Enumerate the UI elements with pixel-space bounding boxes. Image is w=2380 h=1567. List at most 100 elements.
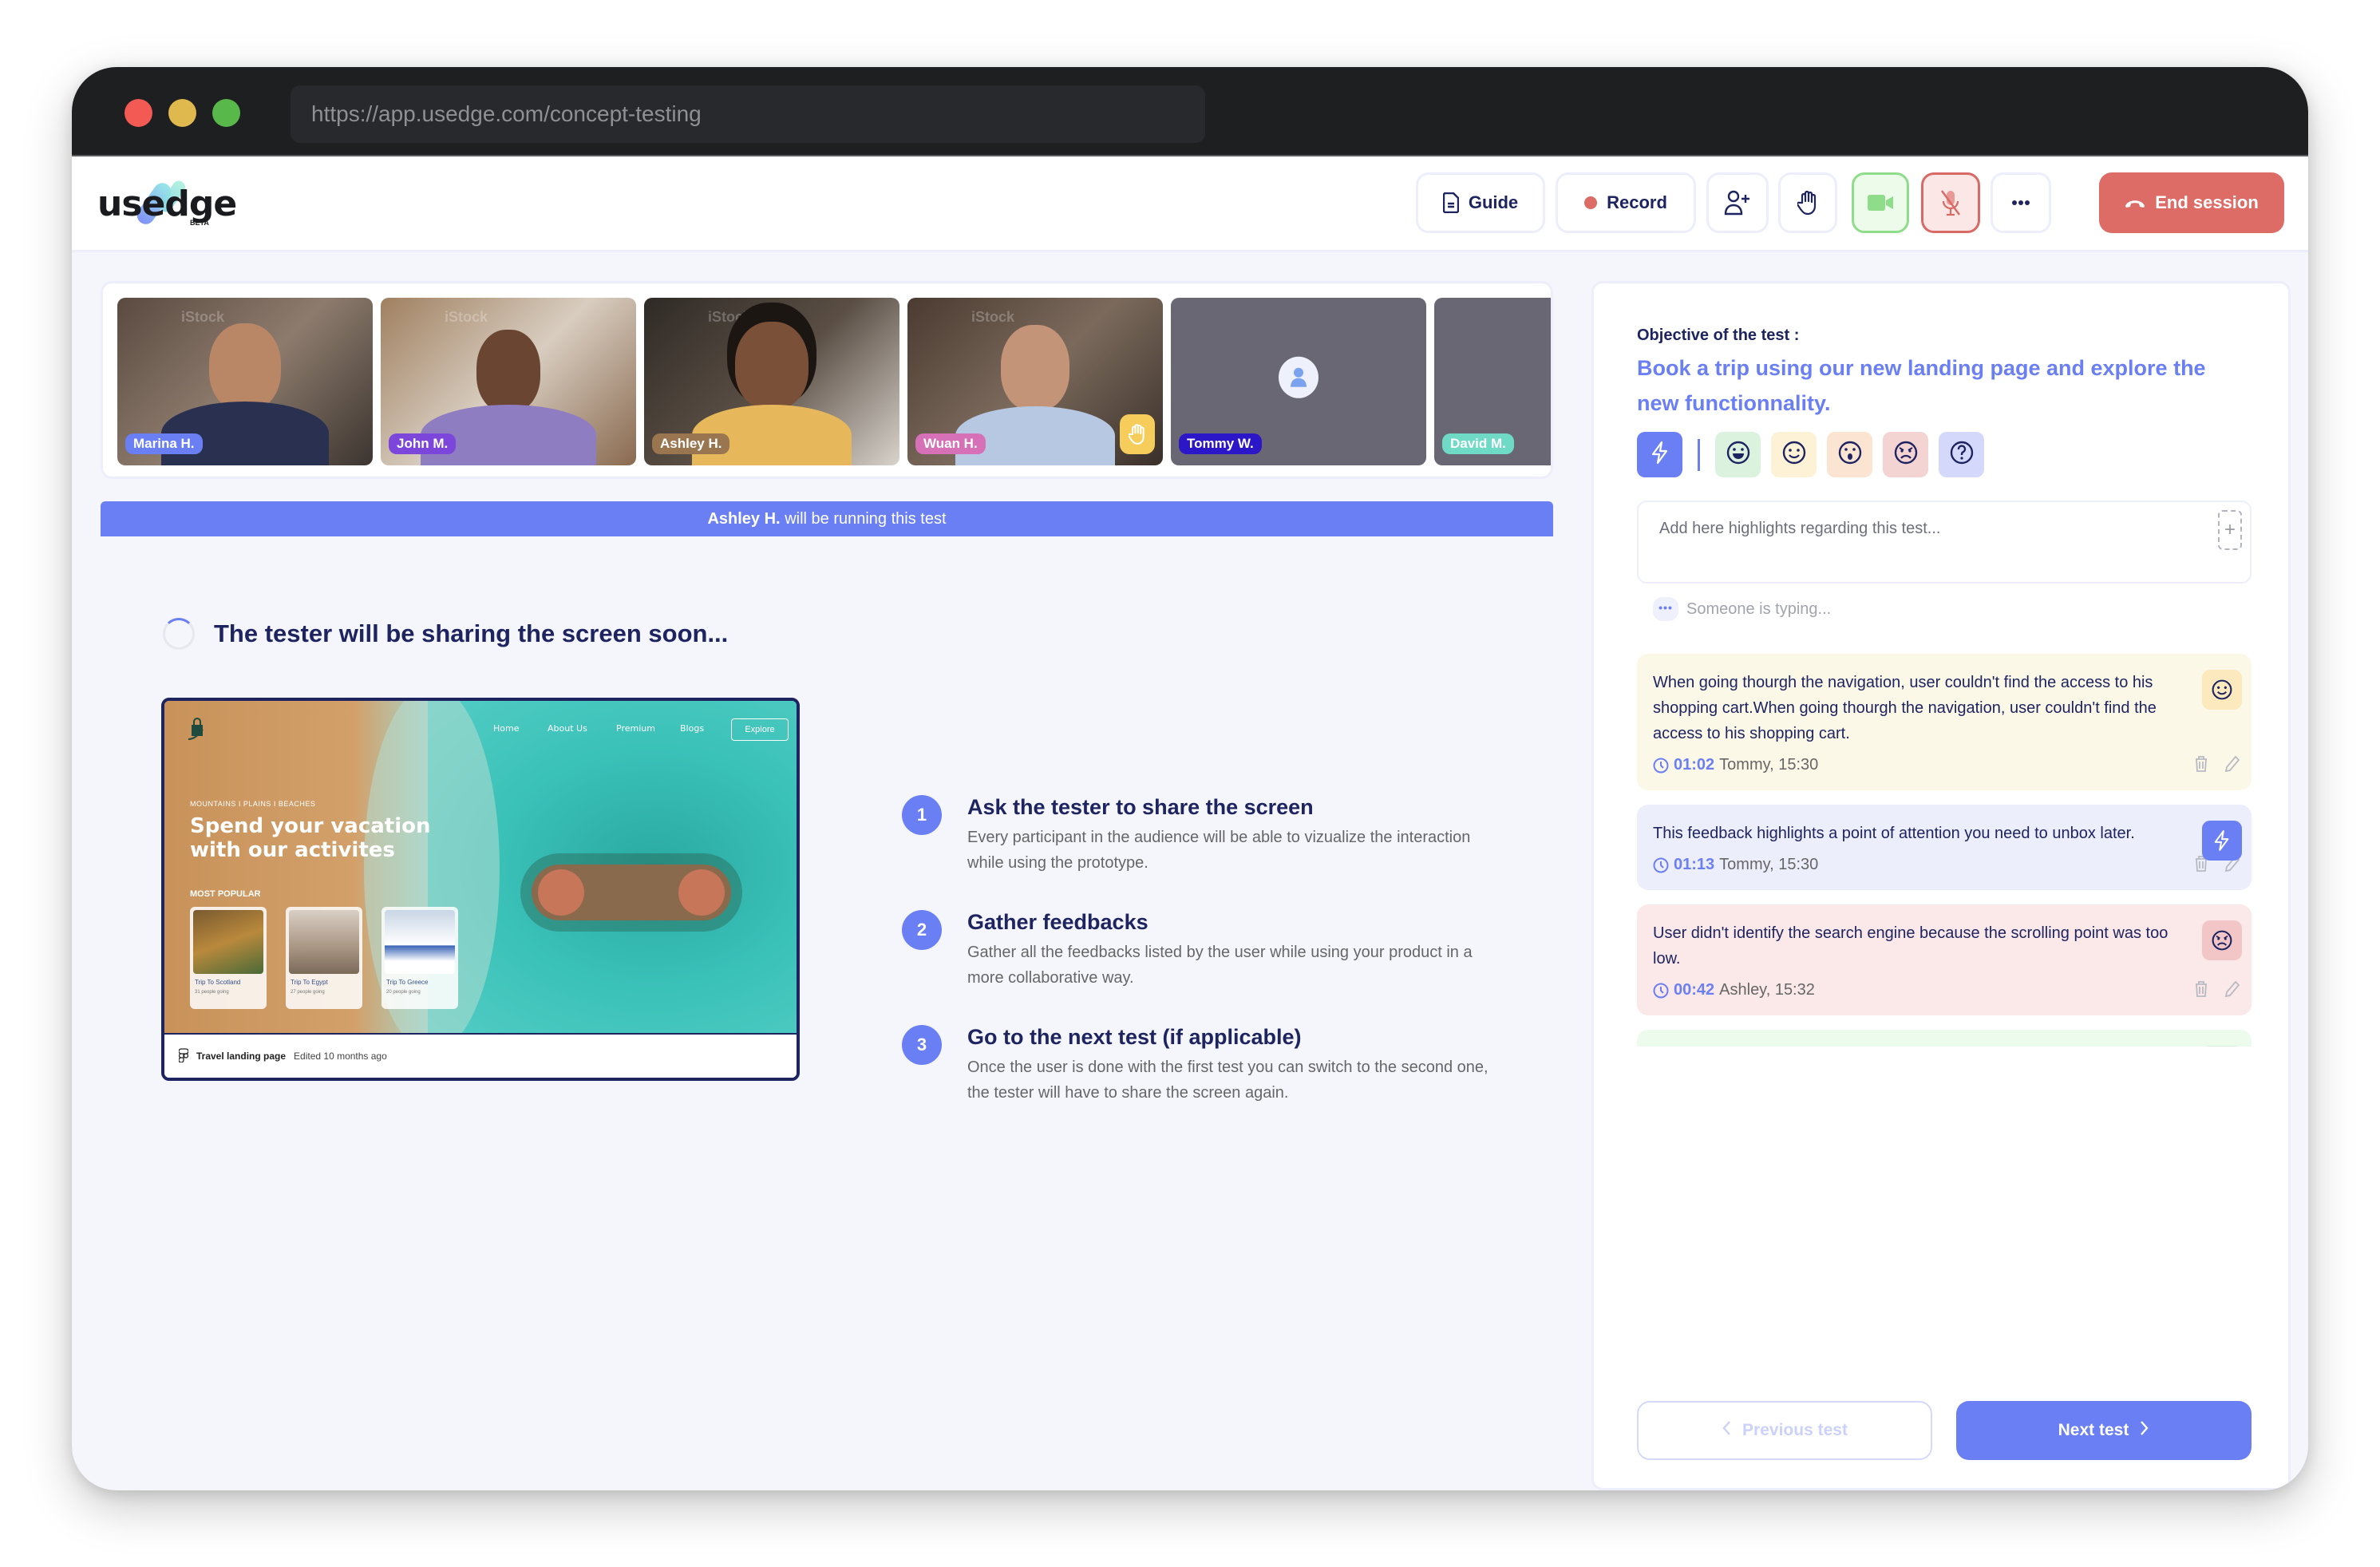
runner-text: will be running this test — [785, 510, 947, 528]
participant-video-face — [209, 323, 281, 411]
feedback-type-badge — [2202, 821, 2242, 861]
trip-card-image — [385, 910, 455, 974]
browser-window: https://app.usedge.com/concept-testing u… — [72, 67, 2308, 1490]
edit-feedback-button[interactable] — [2224, 755, 2240, 773]
edit-feedback-button[interactable] — [2224, 980, 2240, 998]
feedback-card[interactable]: This feedback highlights a point of atte… — [1637, 805, 2252, 890]
trip-card-sub: 27 people going — [291, 990, 325, 995]
plus-icon: + — [2224, 519, 2236, 540]
participant-video-face — [476, 330, 540, 413]
usedge-logo[interactable]: usedge BETA — [97, 177, 237, 233]
participant-name-tag: John M. — [389, 433, 457, 454]
address-bar[interactable]: https://app.usedge.com/concept-testing — [291, 85, 1205, 143]
trip-card-title: Trip To Egypt — [291, 979, 328, 986]
maximize-window-button[interactable] — [212, 99, 240, 127]
typing-dots-icon: ••• — [1653, 597, 1678, 621]
more-dots-icon — [2011, 200, 2030, 206]
preview-popular-label: MOST POPULAR — [190, 889, 261, 899]
runner-name: Ashley H. — [707, 510, 781, 528]
objective-text: Book a trip using our new landing page a… — [1637, 356, 2206, 415]
add-participant-button[interactable] — [1706, 172, 1769, 233]
end-session-button[interactable]: End session — [2099, 172, 2284, 233]
hand-icon — [1797, 190, 1818, 216]
trip-card-title: Trip To Scotland — [195, 979, 241, 986]
participant-name-tag: David M. — [1442, 433, 1514, 454]
trash-icon — [2194, 755, 2208, 773]
reaction-highlight-button[interactable] — [1637, 432, 1682, 477]
reaction-angry-button[interactable] — [1883, 432, 1928, 477]
step-number: 3 — [902, 1025, 942, 1065]
trip-card-image — [193, 910, 263, 974]
waiting-message: The tester will be sharing the screen so… — [163, 618, 728, 650]
chevron-left-icon — [1722, 1420, 1731, 1441]
reaction-surprised-button[interactable] — [1827, 432, 1872, 477]
step-title: Ask the tester to share the screen — [967, 795, 1314, 819]
feedback-author: Tommy, 15:30 — [1719, 756, 1819, 774]
trip-card-image — [289, 910, 359, 974]
next-test-button[interactable]: Next test — [1956, 1401, 2252, 1460]
angry-face-icon — [1893, 440, 1919, 469]
participant-tile[interactable]: David M. — [1434, 298, 1551, 465]
reaction-happy-button[interactable] — [1771, 432, 1817, 477]
objective-label: Objective of the test : — [1637, 326, 1800, 344]
camera-toggle-button[interactable] — [1852, 172, 1909, 233]
step-number: 1 — [902, 795, 942, 835]
preview-nav-blogs: Blogs — [680, 723, 705, 734]
feedback-card[interactable]: Suggested categories should be personnal… — [1637, 1030, 2252, 1047]
step-description: Gather all the feedbacks listed by the u… — [967, 944, 1473, 987]
preview-file-name: Travel landing page — [196, 1051, 287, 1062]
delete-feedback-button[interactable] — [2194, 755, 2208, 773]
delete-feedback-button[interactable] — [2194, 980, 2208, 998]
reaction-toolbar — [1637, 432, 1984, 477]
highlight-note-input[interactable] — [1639, 502, 2250, 582]
mic-toggle-button[interactable] — [1921, 172, 1980, 233]
stock-watermark: iStock — [708, 309, 752, 325]
preview-headline-line: Spend your vacation — [190, 814, 431, 838]
stock-watermark: iStock — [445, 309, 488, 325]
participant-name-tag: Wuan H. — [915, 433, 986, 454]
participants-strip: iStock Marina H. iStock John M. iStock A… — [101, 281, 1553, 479]
guide-button[interactable]: Guide — [1416, 172, 1545, 233]
feedback-list[interactable]: When going thourgh the navigation, user … — [1637, 654, 2252, 1047]
feedback-card[interactable]: When going thourgh the navigation, user … — [1637, 654, 2252, 790]
trip-card-title: Trip To Greece — [386, 979, 429, 986]
participant-tile[interactable]: iStock Ashley H. — [644, 298, 899, 465]
feedback-timestamp[interactable]: 01:02 — [1674, 756, 1714, 774]
participant-tile[interactable]: iStock John M. — [381, 298, 636, 465]
feedback-author: Ashley, 15:32 — [1719, 981, 1815, 999]
feedback-timestamp[interactable]: 01:13 — [1674, 856, 1714, 874]
more-options-button[interactable] — [1991, 172, 2051, 233]
feedback-actions — [2194, 755, 2240, 773]
participant-tile[interactable]: iStock Marina H. — [117, 298, 373, 465]
typing-indicator: ••• Someone is typing... — [1653, 597, 1831, 621]
preview-trip-card: Trip To Scotland 31 people going — [190, 907, 267, 1009]
add-note-button[interactable]: + — [2218, 510, 2242, 550]
feedback-text: When going thourgh the navigation, user … — [1653, 674, 2157, 742]
previous-test-button[interactable]: Previous test — [1637, 1401, 1932, 1460]
record-button[interactable]: Record — [1556, 172, 1696, 233]
feedback-timestamp[interactable]: 00:42 — [1674, 981, 1714, 999]
angry-face-icon — [2211, 929, 2233, 952]
participant-video-face — [735, 322, 808, 410]
feedback-actions — [2194, 980, 2240, 998]
participant-tile[interactable]: Tommy W. — [1171, 298, 1426, 465]
preview-nav-home: Home — [493, 723, 520, 734]
clock-icon — [1653, 982, 1669, 999]
smile-face-icon — [1781, 440, 1807, 469]
preview-headline: Spend your vacation with our activites — [190, 814, 431, 862]
preview-explore-button: Explore — [731, 718, 789, 741]
preview-footer: Travel landing page Edited 10 months ago — [164, 1033, 797, 1078]
prototype-preview-card[interactable]: Home About Us Premium Blogs Explore MOUN… — [161, 698, 800, 1081]
step-description: Every participant in the audience will b… — [967, 829, 1471, 872]
add-user-icon — [1724, 190, 1751, 216]
close-window-button[interactable] — [125, 99, 152, 127]
step-description: Once the user is done with the first tes… — [967, 1059, 1488, 1102]
reaction-question-button[interactable] — [1939, 432, 1984, 477]
minimize-window-button[interactable] — [168, 99, 196, 127]
trip-card-sub: 31 people going — [195, 990, 229, 995]
raise-hand-button[interactable] — [1778, 172, 1837, 233]
participant-tile[interactable]: iStock Wuan H. — [907, 298, 1163, 465]
preview-logo-icon — [188, 718, 204, 740]
reaction-love-button[interactable] — [1715, 432, 1761, 477]
feedback-card[interactable]: User didn't identify the search engine b… — [1637, 904, 2252, 1015]
